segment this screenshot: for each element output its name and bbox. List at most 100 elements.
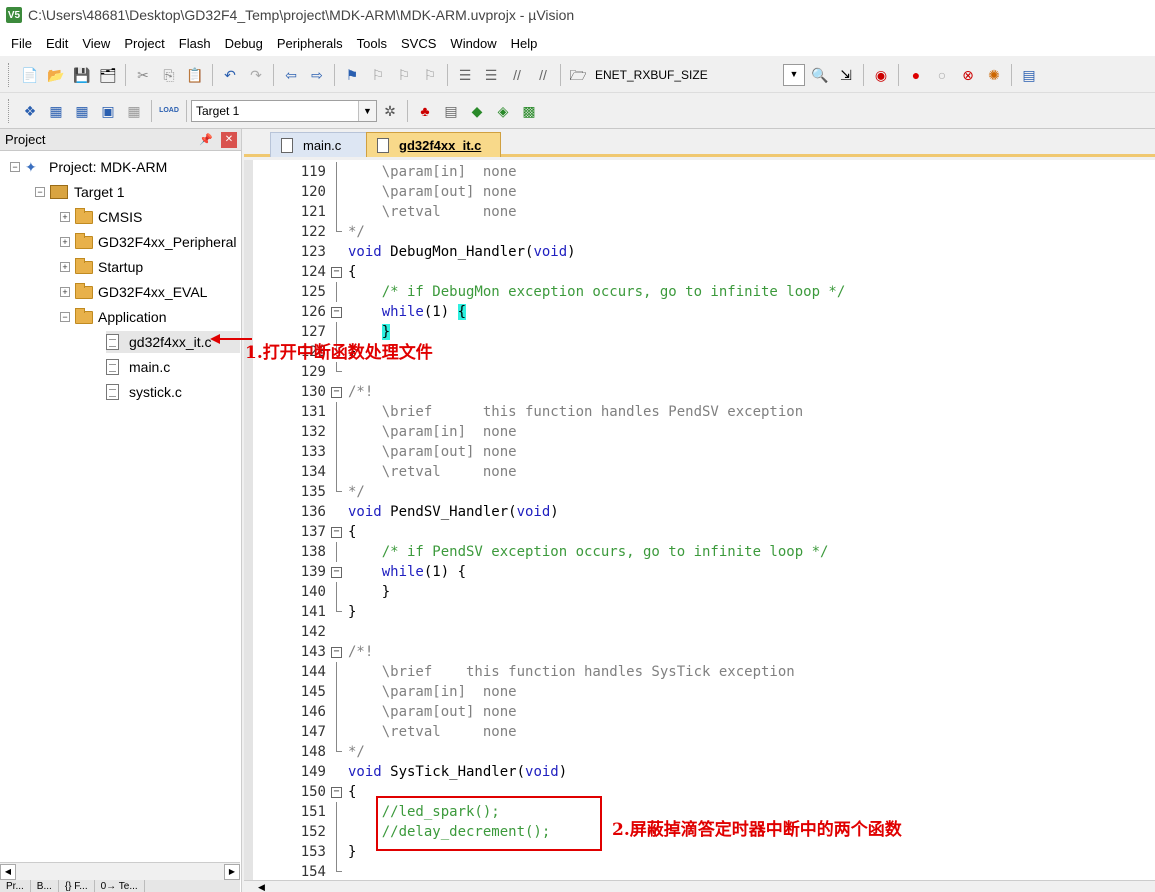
disable-breakpoint-icon[interactable]: ○ (931, 64, 953, 86)
menu-peripherals[interactable]: Peripherals (270, 36, 350, 51)
new-file-icon[interactable]: 📄 (19, 64, 41, 86)
find-dropdown-icon[interactable]: ▼ (783, 63, 805, 86)
uncomment-icon[interactable]: // (532, 64, 554, 86)
nav-forward-icon[interactable]: ⇨ (306, 64, 328, 86)
expand-icon[interactable]: + (60, 262, 70, 272)
expand-icon[interactable]: + (60, 237, 70, 247)
save-all-icon[interactable]: 🗂 (97, 64, 119, 86)
scroll-track[interactable] (16, 864, 224, 879)
code-line[interactable]: 135 */ (244, 482, 1155, 502)
copy-icon[interactable]: ⎘ (158, 64, 180, 86)
tree-item-group-cmsis[interactable]: + CMSIS (60, 206, 142, 228)
save-icon[interactable]: 💾 (71, 64, 93, 86)
fold-collapse-icon[interactable]: − (331, 267, 342, 278)
breakpoint-icon[interactable]: ● (905, 64, 927, 86)
collapse-icon[interactable]: − (10, 162, 20, 172)
tab-project[interactable]: Pr... (0, 880, 31, 892)
prev-bookmark-icon[interactable]: ⚐ (367, 64, 389, 86)
tree-item-group-eval[interactable]: + GD32F4xx_EVAL (60, 281, 207, 303)
fold-collapse-icon[interactable]: − (331, 527, 342, 538)
pin-icon[interactable]: 📌 (199, 133, 213, 146)
unindent-icon[interactable]: ☰ (480, 64, 502, 86)
code-line[interactable]: 144 \brief this function handles SysTick… (244, 662, 1155, 682)
code-line[interactable]: 154 (244, 862, 1155, 880)
code-editor[interactable]: 119 \param[in] none 120 \param[out] none 1… (244, 160, 1155, 880)
target-options-icon[interactable]: ✲ (379, 100, 401, 122)
menu-view[interactable]: View (75, 36, 117, 51)
tab-gd32f4xx-it-c[interactable]: gd32f4xx_it.c (366, 132, 501, 157)
code-line[interactable]: 139− while(1) { (244, 562, 1155, 582)
code-line[interactable]: 143−/*! (244, 642, 1155, 662)
pack-installer-icon[interactable]: ▩ (518, 100, 540, 122)
menu-flash[interactable]: Flash (172, 36, 218, 51)
fold-collapse-icon[interactable]: − (331, 307, 342, 318)
translate-icon[interactable]: ❖ (19, 100, 41, 122)
expand-icon[interactable]: + (60, 212, 70, 222)
fold-collapse-icon[interactable]: − (331, 387, 342, 398)
tree-item-group-application[interactable]: − Application (60, 306, 167, 328)
code-line[interactable]: 126− while(1) { (244, 302, 1155, 322)
code-line[interactable]: 138 /* if PendSV exception occurs, go to… (244, 542, 1155, 562)
code-line[interactable]: 142 (244, 622, 1155, 642)
scroll-left-icon[interactable]: ◀ (0, 863, 16, 880)
code-line[interactable]: 119 \param[in] none (244, 162, 1155, 182)
cut-icon[interactable]: ✂ (132, 64, 154, 86)
code-line[interactable]: 121 \retval none (244, 202, 1155, 222)
toolbar-grip[interactable] (8, 98, 11, 123)
tree-item-target[interactable]: − Target 1 (35, 181, 125, 203)
tree-item-file-systick[interactable]: systick.c (106, 381, 182, 403)
window-layout-icon[interactable]: ▤ (1018, 64, 1040, 86)
code-line[interactable]: 129 (244, 362, 1155, 382)
code-line[interactable]: 130−/*! (244, 382, 1155, 402)
code-line[interactable]: 147 \retval none (244, 722, 1155, 742)
kill-breakpoints-icon[interactable]: ⊗ (957, 64, 979, 86)
code-line[interactable]: 125 /* if DebugMon exception occurs, go … (244, 282, 1155, 302)
menu-file[interactable]: File (4, 36, 39, 51)
download-icon[interactable]: LOAD (158, 100, 180, 122)
code-line[interactable]: 145 \param[in] none (244, 682, 1155, 702)
menu-debug[interactable]: Debug (218, 36, 270, 51)
clear-bookmarks-icon[interactable]: ⚐ (419, 64, 441, 86)
menu-project[interactable]: Project (117, 36, 171, 51)
code-line[interactable]: 133 \param[out] none (244, 442, 1155, 462)
find-icon[interactable]: 🔍 (809, 64, 831, 86)
code-line[interactable]: 120 \param[out] none (244, 182, 1155, 202)
undo-icon[interactable]: ↶ (219, 64, 241, 86)
scroll-left-icon[interactable]: ◀ (258, 882, 265, 892)
code-line[interactable]: 136 void PendSV_Handler(void) (244, 502, 1155, 522)
code-line[interactable]: 141} (244, 602, 1155, 622)
code-line[interactable]: 146 \param[out] none (244, 702, 1155, 722)
tab-functions[interactable]: {} F... (59, 880, 95, 892)
code-line[interactable]: 124−{ (244, 262, 1155, 282)
tree-item-file-main[interactable]: main.c (106, 356, 170, 378)
manage-components-icon[interactable]: ♣ (414, 100, 436, 122)
next-bookmark-icon[interactable]: ⚐ (393, 64, 415, 86)
debug-session-icon[interactable]: ◉ (870, 64, 892, 86)
tree-item-project[interactable]: − ✦ Project: MDK-ARM (10, 156, 167, 178)
code-line[interactable]: 132 \param[in] none (244, 422, 1155, 442)
tree-item-group-startup[interactable]: + Startup (60, 256, 143, 278)
batch-build-icon[interactable]: ▣ (97, 100, 119, 122)
project-hscrollbar[interactable]: ◀ ▶ (0, 862, 240, 880)
build-icon[interactable]: ▦ (45, 100, 67, 122)
target-select[interactable]: Target 1 ▼ (191, 99, 377, 122)
close-icon[interactable]: ✕ (221, 131, 237, 148)
code-line[interactable]: 134 \retval none (244, 462, 1155, 482)
toolbar-grip[interactable] (8, 62, 11, 87)
file-extensions-icon[interactable]: ▤ (440, 100, 462, 122)
menu-svcs[interactable]: SVCS (394, 36, 443, 51)
open-file-icon[interactable]: 📂 (45, 64, 67, 86)
tree-item-group-peripheral[interactable]: + GD32F4xx_Peripheral (60, 231, 240, 253)
paste-icon[interactable]: 📋 (184, 64, 206, 86)
fold-collapse-icon[interactable]: − (331, 787, 342, 798)
find-combo[interactable]: ENET_RXBUF_SIZE (591, 64, 781, 86)
rebuild-icon[interactable]: ▦ (71, 100, 93, 122)
code-line[interactable]: 140 } (244, 582, 1155, 602)
incremental-find-icon[interactable]: ⇲ (835, 64, 857, 86)
code-line[interactable]: 123 void DebugMon_Handler(void) (244, 242, 1155, 262)
find-in-files-icon[interactable]: 🗁 (567, 64, 589, 86)
expand-icon[interactable]: + (60, 287, 70, 297)
bookmark-icon[interactable]: ⚑ (341, 64, 363, 86)
code-line[interactable]: 148 */ (244, 742, 1155, 762)
editor-hscrollbar[interactable]: ◀ (244, 880, 1155, 892)
